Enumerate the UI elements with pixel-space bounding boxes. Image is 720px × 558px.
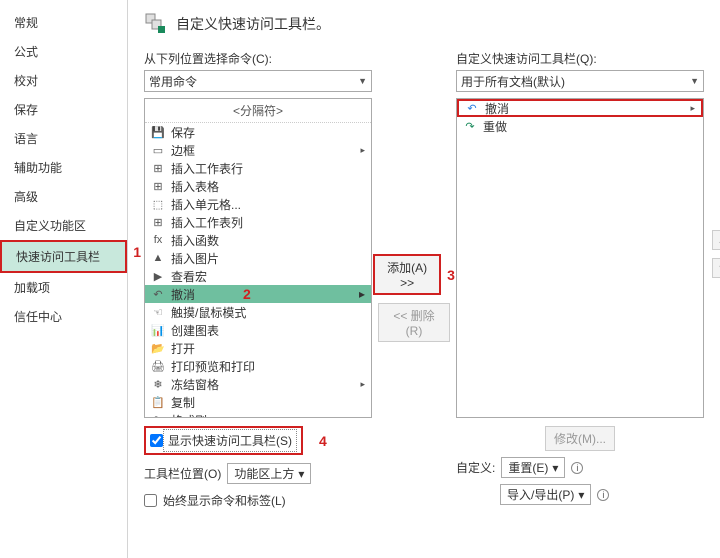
border-icon: ▭ — [151, 143, 165, 157]
add-button[interactable]: 添加(A) >> — [373, 254, 441, 295]
print-icon: 🖨 — [151, 359, 165, 373]
show-qat-label: 显示快速访问工具栏(S) — [163, 429, 297, 452]
always-show-label: 始终显示命令和标签(L) — [163, 492, 286, 509]
move-up-button[interactable]: ▲ — [712, 230, 720, 250]
insert-cell-icon: ⬚ — [151, 197, 165, 211]
list-item[interactable]: ⬚插入单元格... — [145, 195, 371, 213]
list-item[interactable]: 📋复制 — [145, 393, 371, 411]
qat-target-select[interactable]: 用于所有文档(默认)▼ — [456, 70, 704, 92]
qat-header-icon — [144, 12, 168, 36]
insert-row-icon: ⊞ — [151, 161, 165, 175]
list-item[interactable]: 💾保存 — [145, 123, 371, 141]
sidebar-item-customize-ribbon[interactable]: 自定义功能区 — [0, 211, 127, 240]
chevron-down-icon: ▼ — [690, 76, 699, 86]
sidebar-item-qat[interactable]: 快速访问工具栏 — [0, 240, 127, 273]
modify-button[interactable]: 修改(M)... — [545, 426, 615, 451]
list-item[interactable]: ▭边框▸ — [145, 141, 371, 159]
redo-icon: ↷ — [463, 119, 477, 133]
sidebar-item-advanced[interactable]: 高级 — [0, 182, 127, 211]
insert-col-icon: ⊞ — [151, 215, 165, 229]
always-show-checkbox[interactable] — [144, 494, 157, 507]
copy-icon: 📋 — [151, 395, 165, 409]
list-item[interactable]: 📊创建图表 — [145, 321, 371, 339]
sidebar-item-general[interactable]: 常规 — [0, 8, 127, 37]
choose-commands-label: 从下列位置选择命令(C): — [144, 50, 372, 67]
open-icon: 📂 — [151, 341, 165, 355]
list-item[interactable]: ⊞插入表格 — [145, 177, 371, 195]
list-item[interactable]: fx插入函数 — [145, 231, 371, 249]
list-item[interactable]: 📂打开 — [145, 339, 371, 357]
sidebar-item-accessibility[interactable]: 辅助功能 — [0, 153, 127, 182]
toolbar-pos-select[interactable]: 功能区上方▾ — [227, 463, 311, 484]
chevron-right-icon: ▸ — [360, 145, 365, 156]
commands-listbox[interactable]: <分隔符> 💾保存 ▭边框▸ ⊞插入工作表行 ⊞插入表格 ⬚插入单元格... ⊞… — [144, 98, 372, 418]
annotation-2: 2 — [243, 286, 251, 302]
fx-icon: fx — [151, 233, 165, 247]
qat-column: 自定义快速访问工具栏(Q): 用于所有文档(默认)▼ ↶撤消▸ ↷重做 ▲ ▼ … — [456, 50, 704, 546]
info-icon: i — [597, 489, 609, 501]
chevron-right-icon: ▸ — [690, 103, 695, 114]
list-item[interactable]: ⊞插入工作表行 — [145, 159, 371, 177]
list-item[interactable]: ✎格式刷 — [145, 411, 371, 418]
touch-icon: ☜ — [151, 305, 165, 319]
toolbar-pos-label: 工具栏位置(O) — [144, 465, 221, 482]
chart-icon: 📊 — [151, 323, 165, 337]
annotation-4: 4 — [319, 433, 327, 449]
chevron-down-icon: ▾ — [298, 467, 304, 481]
import-export-select[interactable]: 导入/导出(P) ▾ — [500, 484, 591, 505]
save-icon: 💾 — [151, 125, 165, 139]
header: 自定义快速访问工具栏。 — [144, 12, 704, 36]
qat-item-redo[interactable]: ↷重做 — [457, 117, 703, 135]
sidebar-item-language[interactable]: 语言 — [0, 124, 127, 153]
reset-select[interactable]: 重置(E) ▾ — [501, 457, 565, 478]
annotation-3: 3 — [447, 267, 455, 283]
header-title: 自定义快速访问工具栏。 — [176, 14, 330, 34]
move-down-button[interactable]: ▼ — [712, 258, 720, 278]
customize-label: 自定义: — [456, 459, 495, 476]
list-item[interactable]: ☜触摸/鼠标模式 — [145, 303, 371, 321]
list-item[interactable]: ▲插入图片 — [145, 249, 371, 267]
qat-listbox[interactable]: ↶撤消▸ ↷重做 — [456, 98, 704, 418]
list-item[interactable]: ⊞插入工作表列 — [145, 213, 371, 231]
main-panel: 自定义快速访问工具栏。 从下列位置选择命令(C): 常用命令▼ <分隔符> 💾保… — [128, 0, 720, 558]
chevron-right-icon: ▸ — [360, 379, 365, 390]
reorder-buttons: ▲ ▼ — [712, 230, 720, 278]
sidebar-item-addins[interactable]: 加载项 — [0, 273, 127, 302]
choose-commands-select[interactable]: 常用命令▼ — [144, 70, 372, 92]
picture-icon: ▲ — [151, 251, 165, 265]
list-item-undo[interactable]: ↶撤消2 — [145, 285, 371, 303]
commands-column: 从下列位置选择命令(C): 常用命令▼ <分隔符> 💾保存 ▭边框▸ ⊞插入工作… — [144, 50, 372, 546]
sidebar-item-proofing[interactable]: 校对 — [0, 66, 127, 95]
qat-item-undo[interactable]: ↶撤消▸ — [457, 99, 703, 117]
info-icon: i — [571, 462, 583, 474]
remove-button[interactable]: << 删除(R) — [378, 303, 450, 342]
chevron-down-icon: ▼ — [358, 76, 367, 86]
show-qat-check-wrap: 显示快速访问工具栏(S) — [144, 426, 303, 455]
sidebar-item-formulas[interactable]: 公式 — [0, 37, 127, 66]
undo-icon: ↶ — [151, 287, 165, 301]
separator-header: <分隔符> — [145, 99, 371, 123]
freeze-icon: ❄ — [151, 377, 165, 391]
macro-icon: ▶ — [151, 269, 165, 283]
qat-target-label: 自定义快速访问工具栏(Q): — [456, 50, 704, 67]
list-item[interactable]: ▶查看宏 — [145, 267, 371, 285]
format-painter-icon: ✎ — [151, 413, 165, 418]
insert-table-icon: ⊞ — [151, 179, 165, 193]
show-qat-checkbox[interactable] — [150, 434, 163, 447]
list-item[interactable]: ❄冻结窗格▸ — [145, 375, 371, 393]
sidebar: 常规 公式 校对 保存 语言 辅助功能 高级 自定义功能区 快速访问工具栏 加载… — [0, 0, 128, 558]
transfer-buttons: 添加(A) >> 3 << 删除(R) — [378, 50, 450, 546]
sidebar-item-save[interactable]: 保存 — [0, 95, 127, 124]
undo-icon: ↶ — [465, 101, 479, 115]
sidebar-item-trust-center[interactable]: 信任中心 — [0, 302, 127, 331]
list-item[interactable]: 🖨打印预览和打印 — [145, 357, 371, 375]
